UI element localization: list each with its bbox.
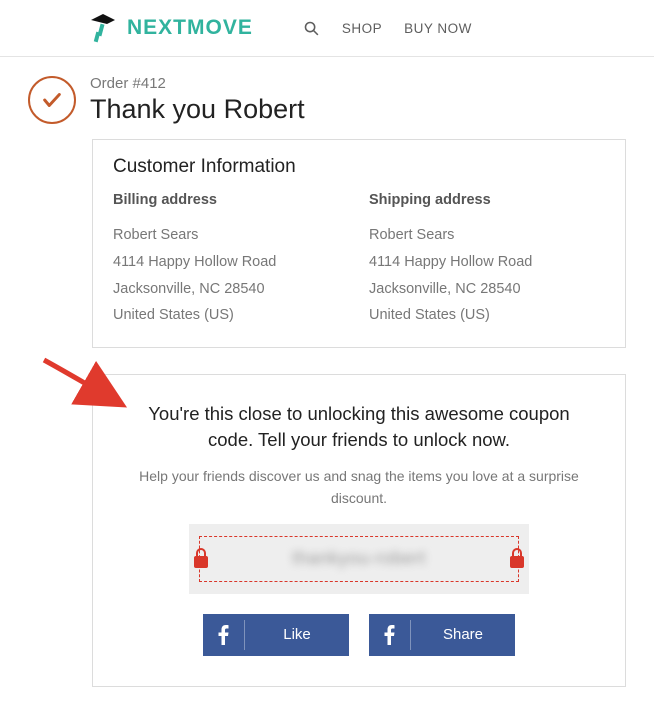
facebook-like-button[interactable]: Like [203, 614, 349, 656]
billing-street: 4114 Happy Hollow Road [113, 249, 349, 276]
facebook-icon [203, 620, 245, 649]
customer-info-card: Customer Information Billing address Rob… [92, 139, 626, 348]
coupon-card: You're this close to unlocking this awes… [92, 374, 626, 687]
shipping-address-block: Shipping address Robert Sears 4114 Happy… [369, 192, 605, 329]
order-header: Order #412 Thank you Robert [28, 75, 626, 125]
logo-mark-icon [85, 10, 121, 46]
search-icon[interactable] [303, 20, 320, 37]
billing-country: United States (US) [113, 302, 349, 329]
shipping-city: Jacksonville, NC 28540 [369, 276, 605, 303]
order-id: Order #412 [90, 75, 305, 92]
customer-info-title: Customer Information [113, 156, 605, 178]
billing-label: Billing address [113, 192, 349, 208]
share-label: Share [411, 626, 515, 643]
facebook-share-button[interactable]: Share [369, 614, 515, 656]
billing-city: Jacksonville, NC 28540 [113, 276, 349, 303]
nav-buy-now[interactable]: BUY NOW [404, 21, 472, 36]
coupon-subtext: Help your friends discover us and snag t… [125, 465, 593, 510]
billing-name: Robert Sears [113, 222, 349, 249]
lock-icon [508, 548, 526, 570]
coupon-code-box: thankyou-robert [189, 524, 529, 594]
facebook-icon [369, 620, 411, 649]
shipping-label: Shipping address [369, 192, 605, 208]
shipping-name: Robert Sears [369, 222, 605, 249]
nav-shop[interactable]: SHOP [342, 21, 382, 36]
like-label: Like [245, 626, 349, 643]
thank-you-heading: Thank you Robert [90, 94, 305, 125]
coupon-headline: You're this close to unlocking this awes… [125, 401, 593, 453]
shipping-street: 4114 Happy Hollow Road [369, 249, 605, 276]
check-circle-icon [28, 76, 76, 124]
nav: SHOP BUY NOW [303, 20, 472, 37]
topbar: NEXTMOVE SHOP BUY NOW [0, 0, 654, 57]
shipping-country: United States (US) [369, 302, 605, 329]
lock-icon [192, 548, 210, 570]
logo[interactable]: NEXTMOVE [85, 10, 253, 46]
brand-name: NEXTMOVE [127, 16, 253, 40]
coupon-code-hidden: thankyou-robert [292, 548, 426, 569]
billing-address-block: Billing address Robert Sears 4114 Happy … [113, 192, 349, 329]
